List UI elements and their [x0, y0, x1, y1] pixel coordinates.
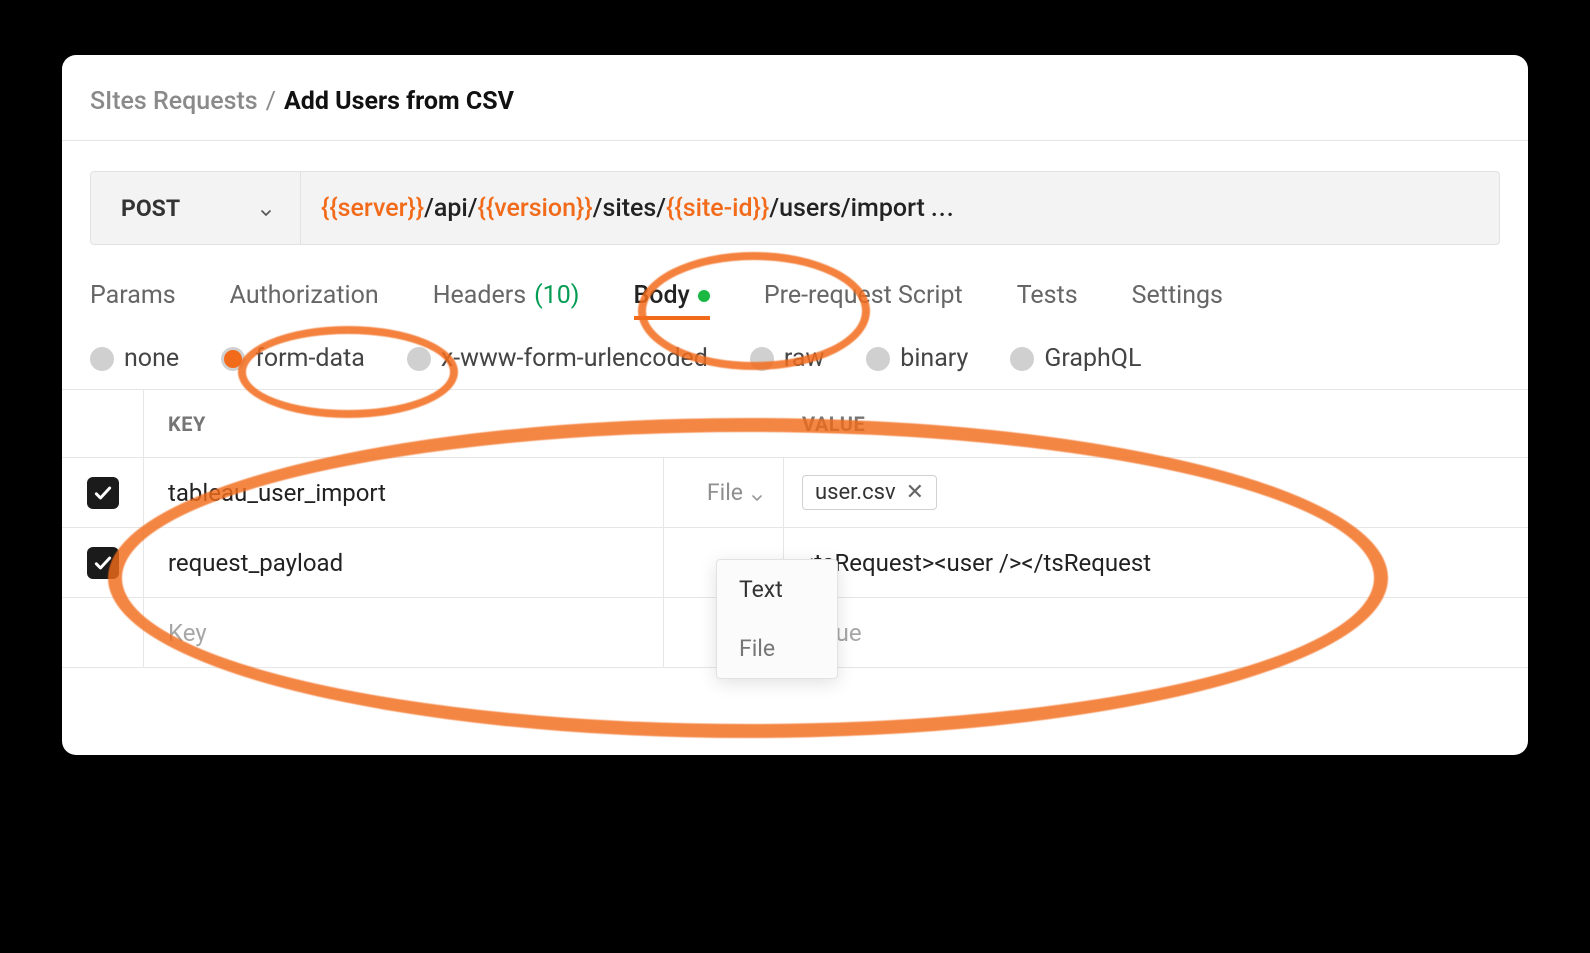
tab-headers[interactable]: Headers (10) [433, 281, 580, 320]
tab-tests[interactable]: Tests [1017, 281, 1078, 320]
radio-form-data[interactable]: form-data [221, 344, 365, 373]
breadcrumb: SItes Requests / Add Users from CSV [84, 87, 1506, 140]
radio-icon [866, 347, 890, 371]
tab-prerequest[interactable]: Pre-request Script [764, 281, 963, 320]
file-chip[interactable]: user.csv ✕ [802, 475, 937, 510]
url-path-3: /users/import [769, 194, 925, 223]
request-tabs: Params Authorization Headers (10) Body P… [84, 245, 1506, 320]
file-chip-name: user.csv [815, 480, 896, 505]
body-indicator-dot-icon [698, 290, 710, 302]
row-type-select[interactable]: File [664, 458, 784, 527]
radio-none[interactable]: none [90, 344, 179, 373]
type-option-text[interactable]: Text [717, 560, 837, 619]
radio-raw-label: raw [784, 344, 824, 373]
value-type-dropdown: Text File [716, 559, 838, 679]
radio-form-data-label: form-data [255, 344, 365, 373]
table-header-row: KEY VALUE [62, 390, 1528, 458]
radio-icon [90, 347, 114, 371]
tab-headers-count: (10) [534, 281, 579, 310]
http-method-label: POST [121, 195, 180, 222]
row-key-placeholder[interactable]: Key [144, 598, 664, 667]
row-key-input[interactable]: request_payload [144, 528, 664, 597]
radio-graphql[interactable]: GraphQL [1010, 344, 1141, 373]
row-key-input[interactable]: tableau_user_import [144, 458, 664, 527]
tab-body[interactable]: Body [634, 281, 710, 320]
tab-body-label: Body [634, 281, 690, 310]
radio-icon [1010, 347, 1034, 371]
row-type-label: File [707, 479, 743, 506]
row-value-placeholder[interactable]: Value [784, 598, 1528, 667]
tab-settings[interactable]: Settings [1132, 281, 1223, 320]
table-header-value: VALUE [784, 412, 1528, 436]
tab-authorization[interactable]: Authorization [230, 281, 379, 320]
radio-icon [750, 347, 774, 371]
url-path-1: /api/ [424, 194, 477, 223]
radio-raw[interactable]: raw [750, 344, 824, 373]
radio-urlencoded[interactable]: x-www-form-urlencoded [407, 344, 708, 373]
radio-icon [407, 347, 431, 371]
chevron-down-icon [749, 485, 765, 501]
tab-params[interactable]: Params [90, 281, 176, 320]
request-url-bar: POST {{server}} /api/ {{version}} /sites… [90, 171, 1500, 245]
row-enabled-checkbox[interactable] [87, 547, 119, 579]
radio-urlencoded-label: x-www-form-urlencoded [441, 344, 708, 373]
radio-binary-label: binary [900, 344, 968, 373]
url-ellipsis: ... [925, 194, 955, 223]
breadcrumb-collection[interactable]: SItes Requests [90, 87, 258, 116]
url-var-site-id: {{site-id}} [666, 194, 769, 223]
url-path-2: /sites/ [593, 194, 666, 223]
type-option-file[interactable]: File [717, 619, 837, 678]
breadcrumb-separator: / [266, 87, 276, 116]
url-var-server: {{server}} [321, 194, 424, 223]
radio-binary[interactable]: binary [866, 344, 968, 373]
breadcrumb-request-name[interactable]: Add Users from CSV [284, 87, 514, 116]
tab-headers-label: Headers [433, 281, 526, 310]
http-method-select[interactable]: POST [91, 172, 301, 244]
table-row: tableau_user_import File user.csv ✕ [62, 458, 1528, 528]
radio-icon [221, 347, 245, 371]
radio-graphql-label: GraphQL [1044, 344, 1141, 373]
url-var-version: {{version}} [478, 194, 593, 223]
body-type-row: none form-data x-www-form-urlencoded raw… [62, 320, 1528, 390]
row-enabled-checkbox[interactable] [87, 477, 119, 509]
divider [62, 140, 1528, 141]
row-value-cell[interactable]: user.csv ✕ [784, 458, 1528, 527]
row-value-input[interactable]: <tsRequest><user /></tsRequest [784, 528, 1528, 597]
radio-none-label: none [124, 344, 179, 373]
close-icon[interactable]: ✕ [906, 480, 924, 505]
chevron-down-icon [258, 200, 274, 216]
table-header-key: KEY [144, 412, 664, 436]
url-input[interactable]: {{server}} /api/ {{version}} /sites/ {{s… [301, 172, 1499, 244]
